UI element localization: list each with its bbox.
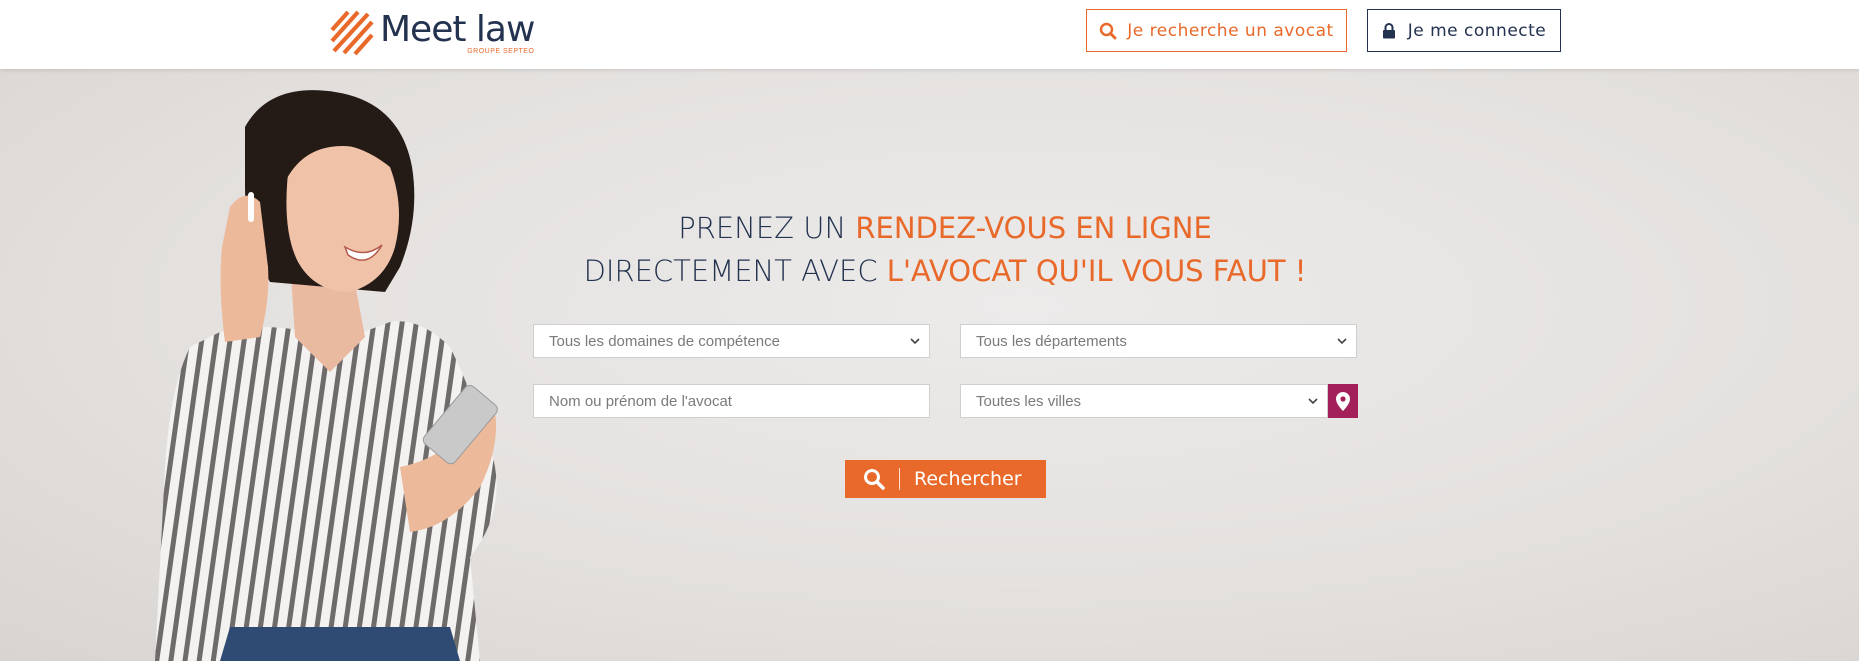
- search-submit-label: Rechercher: [914, 468, 1022, 490]
- chevron-down-icon: [1308, 398, 1318, 405]
- site-header: Meet law GROUPE SEPTEO Je recherche un a…: [0, 0, 1859, 69]
- logo-subtext: GROUPE SEPTEO: [467, 48, 535, 55]
- logo[interactable]: Meet law GROUPE SEPTEO: [330, 9, 535, 60]
- chevron-down-icon: [910, 338, 920, 345]
- hero-section: PRENEZ UN RENDEZ-VOUS EN LIGNE DIRECTEME…: [0, 69, 1859, 661]
- headline-line1-plain: PRENEZ UN: [678, 211, 856, 245]
- lawyer-name-placeholder: Nom ou prénom de l'avocat: [549, 392, 732, 410]
- login-label: Je me connecte: [1407, 20, 1547, 41]
- logo-stripes-icon: [330, 10, 374, 56]
- hero-headline: PRENEZ UN RENDEZ-VOUS EN LIGNE DIRECTEME…: [560, 207, 1330, 293]
- domaines-select[interactable]: Tous les domaines de compétence: [533, 324, 930, 358]
- woman-with-phone-image: [155, 90, 498, 661]
- lock-icon: [1382, 22, 1395, 38]
- headline-line2-accent: L'AVOCAT QU'IL VOUS FAUT !: [886, 254, 1307, 288]
- chevron-down-icon: [1337, 338, 1347, 345]
- headline-line1-accent: RENDEZ-VOUS EN LIGNE: [855, 211, 1212, 245]
- login-button[interactable]: Je me connecte: [1367, 9, 1561, 52]
- logo-wordmark: Meet law: [380, 9, 535, 50]
- button-separator: [899, 468, 900, 490]
- map-pin-icon: [1336, 391, 1350, 411]
- villes-select[interactable]: Toutes les villes: [960, 384, 1328, 418]
- headline-line2-plain: DIRECTEMENT AVEC: [583, 254, 887, 288]
- find-lawyer-button[interactable]: Je recherche un avocat: [1086, 9, 1347, 52]
- search-icon: [1100, 22, 1117, 39]
- villes-select-value: Toutes les villes: [976, 392, 1082, 410]
- search-submit-button[interactable]: Rechercher: [845, 460, 1046, 498]
- search-icon: [864, 469, 885, 490]
- find-lawyer-label: Je recherche un avocat: [1127, 20, 1334, 41]
- geolocate-button[interactable]: [1328, 384, 1358, 418]
- domaines-select-value: Tous les domaines de compétence: [549, 332, 780, 350]
- departements-select-value: Tous les départements: [976, 332, 1127, 350]
- departements-select[interactable]: Tous les départements: [960, 324, 1357, 358]
- lawyer-name-input[interactable]: Nom ou prénom de l'avocat: [533, 384, 930, 418]
